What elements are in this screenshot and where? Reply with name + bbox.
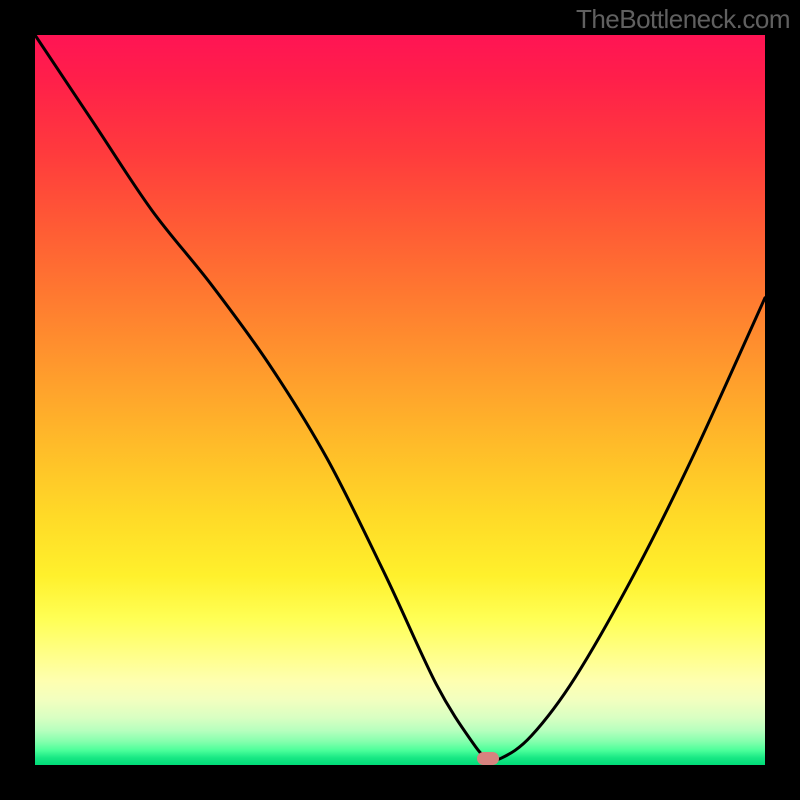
optimal-point-marker bbox=[477, 752, 499, 765]
watermark-text: TheBottleneck.com bbox=[576, 4, 790, 35]
chart-frame: TheBottleneck.com bbox=[0, 0, 800, 800]
plot-area bbox=[35, 35, 765, 765]
bottleneck-curve bbox=[35, 35, 765, 765]
